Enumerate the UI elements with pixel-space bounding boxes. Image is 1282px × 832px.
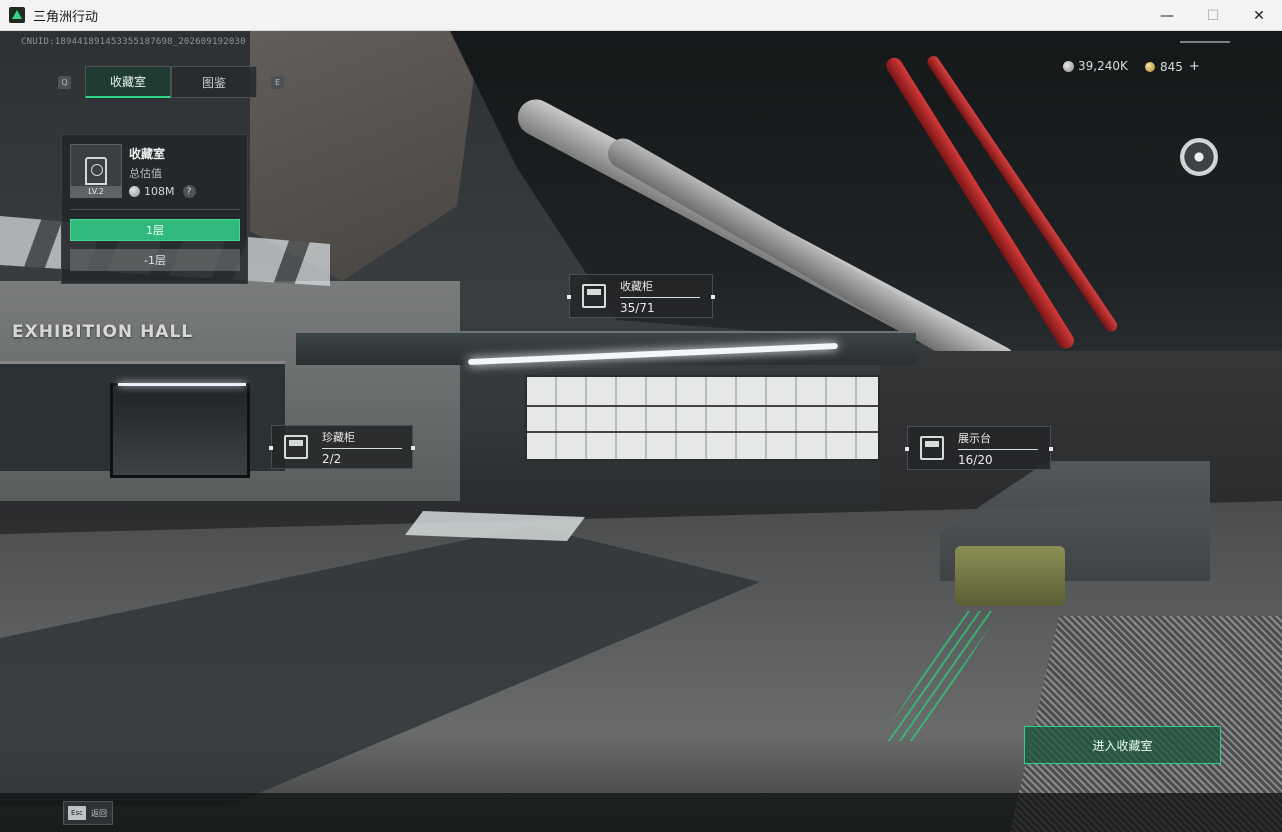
app-icon xyxy=(9,7,25,23)
window-title: 三角洲行动 xyxy=(33,9,99,25)
marker-collection-cabinet[interactable]: 收藏柜 35/71 xyxy=(567,274,715,318)
marker-count: 35/71 xyxy=(620,300,655,315)
panel-title: 收藏室 xyxy=(129,147,166,161)
ceiling-structure xyxy=(450,31,1282,371)
marker-title: 收藏柜 xyxy=(620,278,700,298)
tab-collection-room[interactable]: 收藏室 xyxy=(85,66,171,98)
total-value: 108M ? xyxy=(129,185,196,198)
silver-coin-icon xyxy=(1063,60,1074,72)
title-bar: 三角洲行动 — ☐ ✕ xyxy=(0,0,1282,31)
enter-collection-room-button[interactable]: 进入收藏室 xyxy=(1024,726,1221,764)
marker-display-stand[interactable]: 展示台 16/20 xyxy=(905,426,1053,470)
level-badge: LV.2 xyxy=(70,186,122,198)
marker-count: 16/20 xyxy=(958,452,993,467)
close-button[interactable]: ✕ xyxy=(1236,0,1282,31)
music-disc-icon[interactable] xyxy=(1180,138,1218,176)
minimize-button[interactable]: — xyxy=(1144,0,1190,31)
total-value-text: 108M xyxy=(144,185,175,198)
marker-treasure-cabinet[interactable]: 珍藏柜 2/2 xyxy=(269,425,415,469)
marker-count: 2/2 xyxy=(322,451,342,466)
floor-b1-button[interactable]: -1层 xyxy=(70,249,240,271)
silver-coin-icon xyxy=(129,186,140,197)
maximize-button[interactable]: ☐ xyxy=(1190,0,1236,31)
marker-title: 珍藏柜 xyxy=(322,429,402,449)
green-case xyxy=(955,546,1065,606)
collection-info-panel: LV.2 收藏室 总估值 108M ? 1层 -1层 xyxy=(61,134,248,284)
silver-currency: 39,240K xyxy=(1063,59,1128,73)
marker-title: 展示台 xyxy=(958,430,1038,450)
cnuid-text: CNUID:1894418914533551876​98_20260919203… xyxy=(21,37,246,47)
back-label: 返回 xyxy=(91,808,107,818)
back-button[interactable]: Esc 返回 xyxy=(63,801,113,825)
entry-gate xyxy=(110,383,250,478)
vault-icon xyxy=(284,435,308,459)
e-key-icon[interactable]: E xyxy=(271,75,284,89)
silver-amount: 39,240K xyxy=(1078,59,1128,73)
floor-1-button[interactable]: 1层 xyxy=(70,219,240,241)
tab-catalog[interactable]: 图鉴 xyxy=(171,66,257,98)
tab-bar: Q 收藏室 图鉴 E xyxy=(58,66,288,98)
exhibition-hall-sign: EXHIBITION HALL xyxy=(12,322,194,342)
game-scene: EXHIBITION HALL CNUID:189441891453355187… xyxy=(0,31,1282,832)
gold-coin-icon xyxy=(1145,61,1155,72)
top-indicator xyxy=(1180,41,1230,43)
esc-key-icon: Esc xyxy=(68,806,86,820)
add-currency-button[interactable]: + xyxy=(1189,59,1200,74)
display-wall xyxy=(525,375,880,461)
panel-subtitle: 总估值 xyxy=(129,167,162,180)
display-stand-icon xyxy=(920,436,944,460)
bottom-bar xyxy=(0,793,1282,832)
q-key-icon[interactable]: Q xyxy=(58,75,71,89)
help-icon[interactable]: ? xyxy=(182,185,196,198)
game-window: 三角洲行动 — ☐ ✕ EXHIBITION HALL CNUID:189441… xyxy=(0,0,1282,832)
gate-light xyxy=(118,383,246,386)
gold-amount: 845 xyxy=(1160,59,1183,74)
gold-currency: 845 + xyxy=(1145,59,1200,74)
cabinet-icon xyxy=(582,284,606,308)
divider xyxy=(70,209,240,210)
